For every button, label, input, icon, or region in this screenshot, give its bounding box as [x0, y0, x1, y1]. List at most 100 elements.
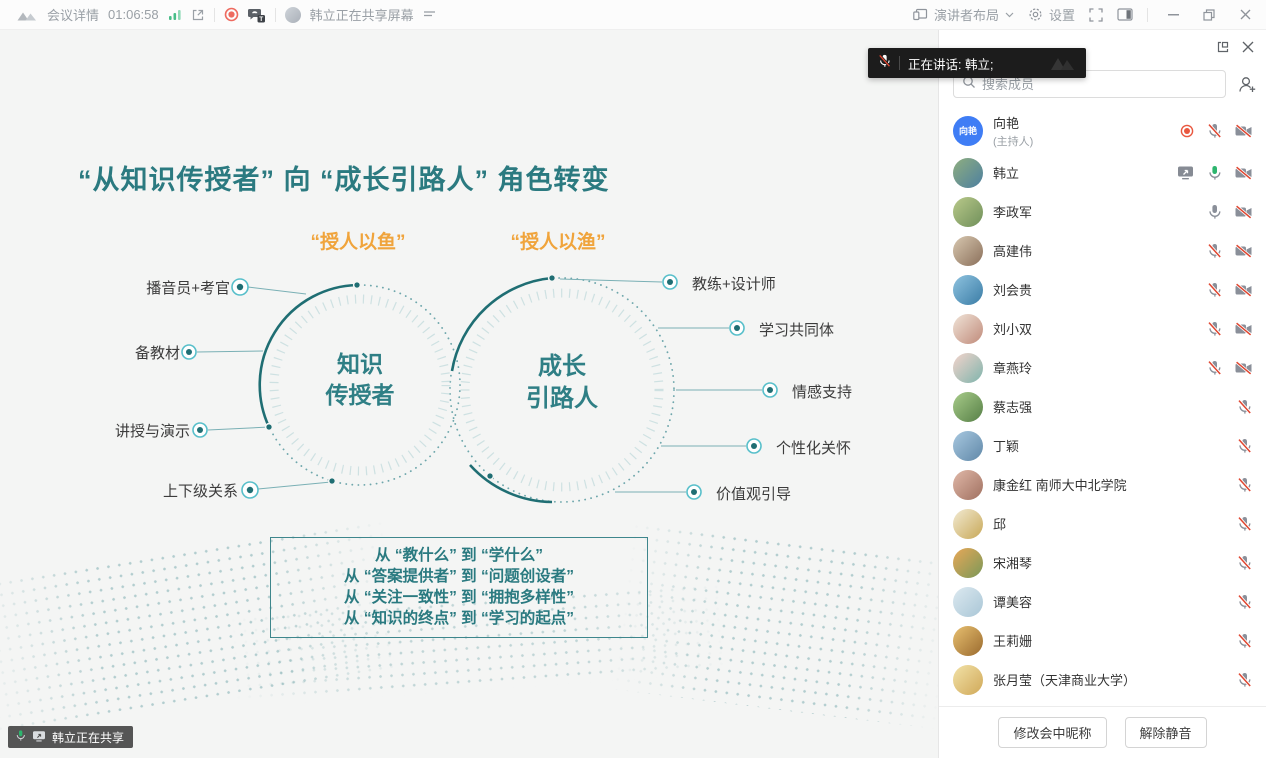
- meeting-timer: 01:06:58: [108, 7, 159, 22]
- chevron-down-icon[interactable]: [1005, 12, 1014, 18]
- participant-row[interactable]: 丁颖: [939, 426, 1266, 465]
- fullscreen-icon[interactable]: [1089, 8, 1103, 22]
- mic-muted-icon: [1237, 438, 1252, 454]
- meeting-app-window: 会议详情 01:06:58 T 韩立正在共享屏幕: [0, 0, 1266, 758]
- tag-teach-fish: “授人以鱼”: [288, 227, 428, 254]
- recording-icon: [1180, 124, 1194, 138]
- mic-muted-icon: [1207, 123, 1222, 139]
- participant-name: 蔡志强: [993, 397, 1032, 416]
- more-lines-icon[interactable]: [423, 10, 436, 20]
- mic-muted-icon: [1237, 633, 1252, 649]
- participant-name: 刘会贵: [993, 280, 1032, 299]
- cam-off-icon: [1235, 244, 1252, 258]
- participant-status-icons: [1207, 204, 1252, 220]
- mic-on-icon: [15, 729, 26, 745]
- speaking-toast-text: 正在讲话: 韩立;: [908, 54, 993, 73]
- participant-row[interactable]: 韩立: [939, 153, 1266, 192]
- layout-selector[interactable]: 演讲者布局: [934, 5, 999, 24]
- cam-off-icon: [1235, 283, 1252, 297]
- participant-status-icons: [1237, 438, 1252, 454]
- mic-muted-icon: [1207, 321, 1222, 337]
- participant-name: 丁颖: [993, 436, 1019, 455]
- mic-on-icon: [1207, 165, 1222, 181]
- participant-name: 韩立: [993, 163, 1019, 182]
- participant-row[interactable]: 刘会贵: [939, 270, 1266, 309]
- participants-list[interactable]: 向艳 向艳 (主持人) 韩立 李政军 高建伟 刘会贵: [939, 106, 1266, 706]
- participant-name: 谭美容: [993, 592, 1032, 611]
- interpretation-icon[interactable]: T: [248, 7, 266, 23]
- restore-button[interactable]: [1198, 4, 1220, 26]
- participant-avatar: [953, 158, 983, 188]
- speaking-toast: 正在讲话: 韩立;: [868, 48, 1086, 78]
- participant-status-icons: [1237, 516, 1252, 532]
- participant-row[interactable]: 高建伟: [939, 231, 1266, 270]
- participant-row[interactable]: 王莉姗: [939, 621, 1266, 660]
- participant-row[interactable]: 蔡志强: [939, 387, 1266, 426]
- participant-role: (主持人): [993, 133, 1033, 149]
- participant-row[interactable]: 刘小双: [939, 309, 1266, 348]
- participant-row[interactable]: 张月莹（天津商业大学）: [939, 660, 1266, 699]
- spoke-label-right: 个性化关怀: [776, 437, 851, 458]
- participant-row[interactable]: 向艳 向艳 (主持人): [939, 108, 1266, 153]
- close-window-button[interactable]: [1234, 4, 1256, 26]
- network-signal-icon[interactable]: [168, 9, 182, 21]
- side-panel-toggle-icon[interactable]: [1117, 8, 1133, 21]
- spoke-label-left: 备教材: [96, 342, 180, 363]
- participant-avatar: [953, 665, 983, 695]
- participant-row[interactable]: 宋湘琴: [939, 543, 1266, 582]
- participant-row[interactable]: 章燕玲: [939, 348, 1266, 387]
- participant-avatar: [953, 548, 983, 578]
- minimize-button[interactable]: [1162, 4, 1184, 26]
- mic-muted-icon: [1207, 360, 1222, 376]
- participant-avatar: [953, 626, 983, 656]
- participant-status-icons: [1237, 477, 1252, 493]
- tag-teach-fishing: “授人以渔”: [488, 227, 628, 254]
- change-nickname-button[interactable]: 修改会中昵称: [998, 717, 1106, 748]
- participant-row[interactable]: 康金红 南师大中北学院: [939, 465, 1266, 504]
- screen-share-icon: [1177, 165, 1194, 180]
- cam-off-icon: [1235, 205, 1252, 219]
- sharer-avatar: [285, 7, 301, 23]
- titlebar: 会议详情 01:06:58 T 韩立正在共享屏幕: [0, 0, 1266, 30]
- participant-status-icons: [1207, 360, 1252, 376]
- participant-name: 向艳: [993, 113, 1033, 132]
- participant-status-icons: [1180, 123, 1252, 139]
- participant-avatar: [953, 431, 983, 461]
- popout-panel-icon[interactable]: [1216, 40, 1230, 54]
- popout-window-icon[interactable]: [191, 8, 205, 22]
- spoke-label-right: 学习共同体: [759, 319, 834, 340]
- cam-off-icon: [1235, 361, 1252, 375]
- spoke-label-left: 播音员+考官: [98, 277, 230, 298]
- gear-icon[interactable]: [1028, 7, 1043, 22]
- circle-knowledge-transmitter: 知识传授者: [298, 349, 422, 411]
- mic-muted-icon: [1237, 516, 1252, 532]
- panel-footer: 修改会中昵称 解除静音: [939, 706, 1266, 758]
- participant-status-icons: [1207, 282, 1252, 298]
- participant-status-icons: [1237, 555, 1252, 571]
- layout-icon[interactable]: [913, 8, 928, 21]
- participant-row[interactable]: 李政军: [939, 192, 1266, 231]
- unmute-button[interactable]: 解除静音: [1125, 717, 1207, 748]
- close-panel-icon[interactable]: [1242, 41, 1254, 53]
- participant-row[interactable]: 谭美容: [939, 582, 1266, 621]
- slide-title: “从知识传授者” 向 “成长引路人” 角色转变: [78, 158, 610, 197]
- participant-avatar: [953, 314, 983, 344]
- participant-name: 王莉姗: [993, 631, 1032, 650]
- meeting-details-button[interactable]: 会议详情: [47, 5, 99, 24]
- participant-avatar: [953, 509, 983, 539]
- participant-avatar: [953, 197, 983, 227]
- add-person-icon[interactable]: [1234, 71, 1260, 97]
- participant-name: 李政军: [993, 202, 1032, 221]
- participant-avatar: [953, 353, 983, 383]
- participant-avatar: [953, 587, 983, 617]
- participant-status-icons: [1237, 594, 1252, 610]
- mic-muted-icon: [1237, 555, 1252, 571]
- search-input[interactable]: [982, 77, 1217, 92]
- shared-screen-stage: “从知识传授者” 向 “成长引路人” 角色转变 “授人以鱼” “授人以渔”: [0, 30, 938, 758]
- recording-indicator-icon[interactable]: [224, 7, 239, 22]
- summary-box: 从 “教什么” 到 “学什么” 从 “答案提供者” 到 “问题创设者” 从 “关…: [270, 537, 648, 638]
- participant-row[interactable]: 邱: [939, 504, 1266, 543]
- mic-muted-icon: [878, 54, 891, 73]
- settings-button[interactable]: 设置: [1049, 5, 1075, 24]
- participant-name: 刘小双: [993, 319, 1032, 338]
